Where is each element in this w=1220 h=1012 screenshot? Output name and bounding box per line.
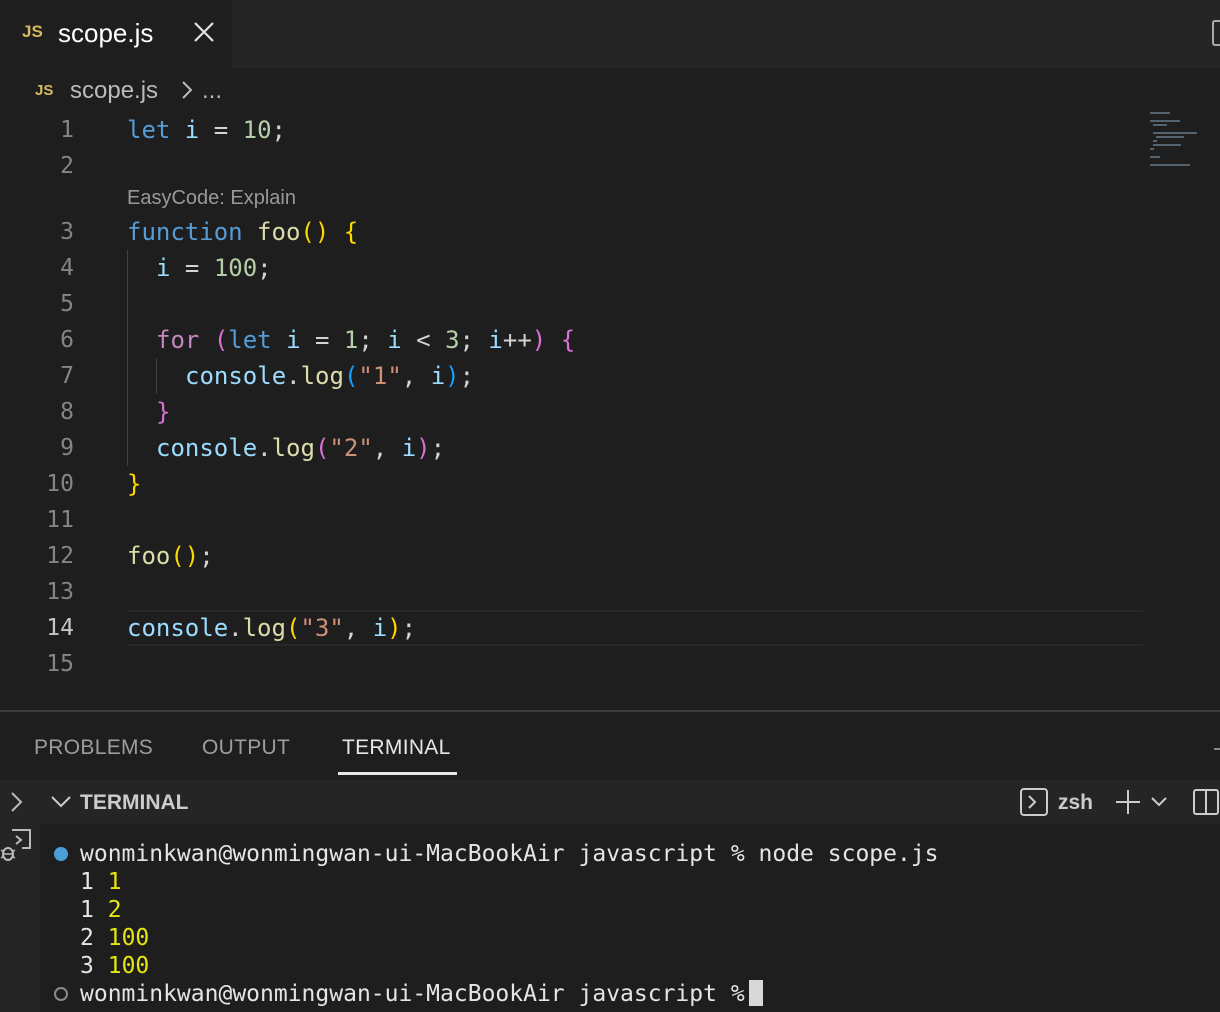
code-line: 15	[0, 646, 1145, 682]
terminal-output[interactable]: wonminkwan@wonmingwan-ui-MacBookAir java…	[40, 824, 1220, 1012]
panel-overflow-indicator	[1214, 748, 1220, 750]
minimap[interactable]	[1148, 112, 1208, 182]
code-text: i = 100;	[156, 254, 272, 282]
terminal-sidebar	[0, 780, 40, 1012]
line-number: 11	[46, 507, 74, 533]
code-line: 13	[0, 574, 1145, 610]
tab-filename: scope.js	[58, 18, 154, 48]
command-status-dot[interactable]	[54, 847, 68, 861]
line-number: 10	[46, 471, 74, 497]
code-text: }	[127, 470, 142, 498]
code-line-active: 14 console.log("3", i);	[0, 610, 1145, 646]
code-line: 10 }	[0, 466, 1145, 502]
line-number: 1	[60, 117, 74, 143]
code-text: console.log("2", i);	[156, 434, 446, 462]
line-number: 12	[46, 543, 74, 569]
close-icon[interactable]	[192, 20, 216, 44]
chevron-down-icon[interactable]	[50, 792, 72, 812]
code-editor[interactable]: 1 let i = 10; 2 EasyCode: Explain 3 func…	[0, 112, 1220, 710]
code-line: 6 for (let i = 1; i < 3; i++) {	[0, 322, 1145, 358]
tab-output[interactable]: OUTPUT	[202, 736, 290, 760]
code-line: 5	[0, 286, 1145, 322]
line-number: 13	[46, 579, 74, 605]
line-number: 5	[60, 291, 74, 317]
line-number: 15	[46, 651, 74, 677]
breadcrumb: JS scope.js ...	[0, 68, 1220, 114]
code-text: let i = 10;	[127, 116, 286, 144]
bottom-panel: PROBLEMS OUTPUT TERMINAL TERMINAL zsh wo…	[0, 710, 1220, 1012]
codelens-explain[interactable]: EasyCode: Explain	[127, 186, 296, 210]
terminal-output-line: 1 1	[80, 869, 122, 895]
terminal-cursor	[748, 980, 763, 1006]
code-line: 11	[0, 502, 1145, 538]
debug-icon[interactable]	[0, 828, 34, 864]
terminal-title: TERMINAL	[80, 791, 189, 814]
code-line: 7 console.log("1", i);	[0, 358, 1145, 394]
active-tab-indicator	[338, 772, 457, 775]
tab-terminal[interactable]: TERMINAL	[342, 736, 451, 760]
code-text: foo();	[127, 542, 214, 570]
plus-icon[interactable]	[1114, 788, 1142, 816]
tab-problems[interactable]: PROBLEMS	[34, 736, 153, 760]
terminal-prompt-line: wonminkwan@wonmingwan-ui-MacBookAir java…	[80, 980, 763, 1008]
chevron-right-icon	[178, 77, 196, 103]
code-line: 3 function foo() {	[0, 214, 1145, 250]
code-line: 1 let i = 10;	[0, 112, 1145, 148]
terminal-header: TERMINAL zsh	[40, 780, 1220, 824]
code-text: for (let i = 1; i < 3; i++) {	[156, 326, 576, 354]
terminal-output-line: 2 100	[80, 925, 150, 951]
line-number: 4	[60, 255, 74, 281]
code-line: 12 foo();	[0, 538, 1145, 574]
editor-tab-scope-js[interactable]: JS scope.js	[0, 0, 232, 68]
line-number: 3	[60, 219, 74, 245]
split-terminal-icon[interactable]	[1192, 788, 1220, 816]
line-number: 9	[60, 435, 74, 461]
breadcrumb-file[interactable]: scope.js	[70, 77, 158, 105]
line-number: 6	[60, 327, 74, 353]
tab-bar: JS scope.js	[0, 0, 1220, 68]
terminal-icon	[1020, 788, 1048, 816]
code-line: 4 i = 100;	[0, 250, 1145, 286]
terminal-command-line: wonminkwan@wonmingwan-ui-MacBookAir java…	[80, 841, 939, 867]
js-file-icon: JS	[35, 82, 54, 99]
breadcrumb-more[interactable]: ...	[202, 77, 222, 105]
command-status-dot[interactable]	[54, 987, 68, 1001]
terminal-output-line: 3 100	[80, 953, 150, 979]
split-editor-icon[interactable]	[1212, 20, 1220, 46]
line-number: 2	[60, 153, 74, 179]
code-line: 2	[0, 148, 1145, 184]
line-number: 14	[46, 615, 74, 641]
chevron-down-icon[interactable]	[1150, 794, 1168, 810]
shell-name[interactable]: zsh	[1058, 791, 1093, 815]
code-text: console.log("1", i);	[185, 362, 475, 390]
code-line: 8 }	[0, 394, 1145, 430]
code-text: console.log("3", i);	[127, 614, 417, 642]
js-file-icon: JS	[22, 22, 43, 41]
line-number: 7	[60, 363, 74, 389]
code-text: }	[156, 398, 171, 426]
code-text: function foo() {	[127, 218, 359, 246]
terminal-output-line: 1 2	[80, 897, 122, 923]
chevron-right-icon[interactable]	[8, 790, 26, 814]
line-number: 8	[60, 399, 74, 425]
code-line: 9 console.log("2", i);	[0, 430, 1145, 466]
